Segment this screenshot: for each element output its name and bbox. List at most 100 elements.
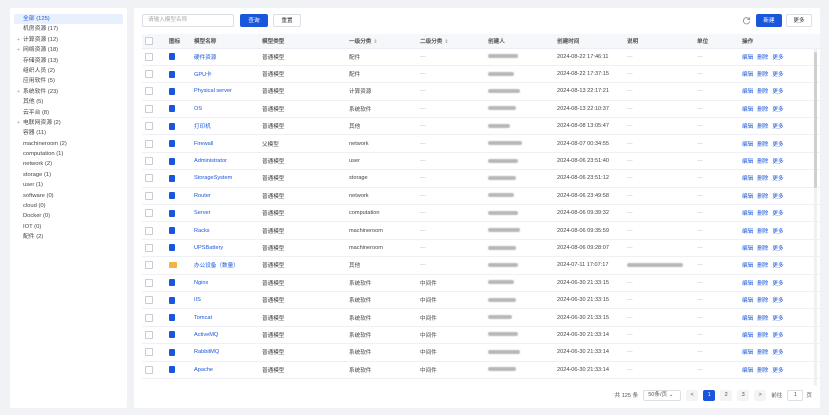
delete-link[interactable]: 删除 [757,107,768,113]
tree-item[interactable]: network (2) [14,159,123,169]
expand-icon[interactable]: + [14,118,23,128]
edit-link[interactable]: 编辑 [742,368,753,374]
tree-item[interactable]: computation (1) [14,149,123,159]
tree-item[interactable]: 其他 (5) [14,97,123,107]
model-name[interactable]: Firewall [191,134,259,153]
more-link[interactable]: 更多 [772,142,783,148]
model-name[interactable]: StorageSystem [191,169,259,188]
row-checkbox[interactable] [142,152,166,171]
table-row[interactable]: Administrator 普通模型 user —2024-08-06 23:51:4… [142,152,820,171]
search-input[interactable]: 请输入模型名称 [142,14,234,27]
edit-link[interactable]: 编辑 [742,211,753,217]
model-name[interactable]: IIS [191,291,259,310]
edit-link[interactable]: 编辑 [742,55,753,61]
model-name[interactable]: 办公设备（数量） [191,256,259,275]
row-checkbox[interactable] [142,343,166,362]
delete-link[interactable]: 删除 [757,350,768,356]
delete-link[interactable]: 删除 [757,246,768,252]
next-page-button[interactable]: > [754,389,767,401]
model-name[interactable]: 硬件资源 [191,48,259,66]
reset-button[interactable]: 重置 [273,14,301,27]
edit-link[interactable]: 编辑 [742,333,753,339]
row-checkbox[interactable] [142,187,166,206]
row-checkbox[interactable] [142,100,166,119]
table-row[interactable]: Server 普通模型 computation —2024-08-06 09:39:3… [142,204,820,223]
more-link[interactable]: 更多 [772,229,783,235]
model-name[interactable]: ActiveMQ [191,326,259,345]
more-link[interactable]: 更多 [772,159,783,165]
delete-link[interactable]: 删除 [757,159,768,165]
more-link[interactable]: 更多 [772,176,783,182]
refresh-icon[interactable] [742,16,751,25]
new-button[interactable]: 新建 [756,14,782,27]
model-name[interactable]: UPSBattery [191,239,259,258]
table-row[interactable]: GPU卡 普通模型 配件 —2024-08-22 17:37:15— — 编辑 删除 更多 [142,65,820,84]
expand-icon[interactable]: + [14,45,23,55]
edit-link[interactable]: 编辑 [742,124,753,130]
delete-link[interactable]: 删除 [757,176,768,182]
tree-item[interactable]: 配件 (2) [14,232,123,242]
expand-icon[interactable]: + [14,87,23,97]
model-name[interactable]: OS [191,100,259,119]
table-row[interactable]: RabbitMQ 普通模型 系统软件 中间件 2024-06-30 21:33:14— —… [142,343,820,362]
model-name[interactable]: Tomcat [191,308,259,327]
delete-link[interactable]: 删除 [757,316,768,322]
tree-item[interactable]: + 系统软件 (23) [14,87,123,97]
more-link[interactable]: 更多 [772,211,783,217]
table-row[interactable]: OS 普通模型 系统软件 —2024-08-13 22:10:37— — 编辑 删除 更多 [142,100,820,119]
table-row[interactable]: Physical server 普通模型 计算资源 —2024-08-13 22:17… [142,82,820,101]
model-name[interactable]: RabbitMQ [191,343,259,362]
row-checkbox[interactable] [142,65,166,84]
model-name[interactable]: GPU卡 [191,65,259,84]
row-checkbox[interactable] [142,134,166,153]
more-link[interactable]: 更多 [772,72,783,78]
table-row[interactable]: Tomcat 普通模型 系统软件 中间件 2024-06-30 21:33:15— — 编辑… [142,308,820,327]
table-row[interactable]: Firewall 父模型 network —2024-08-07 00:34:55— —… [142,134,820,153]
tree-item[interactable]: software (0) [14,191,123,201]
delete-link[interactable]: 删除 [757,229,768,235]
table-row[interactable]: UPSBattery 普通模型 machineroom —2024-08-06 09:… [142,239,820,258]
edit-link[interactable]: 编辑 [742,89,753,95]
row-checkbox[interactable] [142,274,166,292]
edit-link[interactable]: 编辑 [742,72,753,78]
tree-item[interactable]: Docker (0) [14,211,123,221]
edit-link[interactable]: 编辑 [742,281,753,287]
header-cat2[interactable]: 二级分类 ⇕ [417,34,485,49]
more-button[interactable]: 更多 [786,14,812,27]
delete-link[interactable]: 删除 [757,211,768,217]
tree-item[interactable]: storage (1) [14,170,123,180]
select-all-checkbox[interactable] [142,34,166,49]
more-link[interactable]: 更多 [772,316,783,322]
more-link[interactable]: 更多 [772,281,783,287]
page-3-button[interactable]: 3 [737,389,750,401]
tree-item[interactable]: cloud (0) [14,201,123,211]
edit-link[interactable]: 编辑 [742,107,753,113]
row-checkbox[interactable] [142,48,166,66]
row-checkbox[interactable] [142,361,166,379]
table-row[interactable]: StorageSystem 普通模型 storage —2024-08-06 23:5… [142,169,820,188]
row-checkbox[interactable] [142,117,166,136]
table-row[interactable]: Racks 普通模型 machineroom —2024-08-06 09:35:59… [142,221,820,240]
tree-item[interactable]: + 电联网资源 (2) [14,118,123,128]
delete-link[interactable]: 删除 [757,55,768,61]
delete-link[interactable]: 删除 [757,124,768,130]
row-checkbox[interactable] [142,326,166,345]
table-row[interactable]: ActiveMQ 普通模型 系统软件 中间件 2024-06-30 21:33:14— —… [142,326,820,345]
tree-item[interactable]: user (1) [14,180,123,190]
row-checkbox[interactable] [142,82,166,101]
row-checkbox[interactable] [142,256,166,275]
model-name[interactable]: 打印机 [191,117,259,136]
table-row[interactable]: IIS 普通模型 系统软件 中间件 2024-06-30 21:33:15— — 编辑 删除更… [142,291,820,310]
tree-item[interactable]: 机房资源 (17) [14,24,123,34]
more-link[interactable]: 更多 [772,55,783,61]
delete-link[interactable]: 删除 [757,281,768,287]
edit-link[interactable]: 编辑 [742,246,753,252]
row-checkbox[interactable] [142,291,166,310]
more-link[interactable]: 更多 [772,368,783,374]
tree-item[interactable]: + 计算资源 (12) [14,35,123,45]
delete-link[interactable]: 删除 [757,72,768,78]
table-row[interactable]: Apache 普通模型 系统软件 中间件 2024-06-30 21:33:14— — 编辑… [142,361,820,379]
edit-link[interactable]: 编辑 [742,159,753,165]
edit-link[interactable]: 编辑 [742,298,753,304]
tree-item[interactable]: + 网络资源 (18) [14,45,123,55]
